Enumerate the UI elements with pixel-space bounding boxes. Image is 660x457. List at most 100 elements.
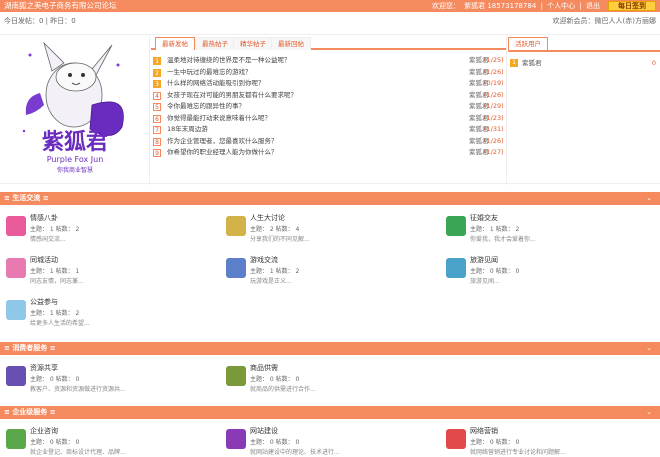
post-title[interactable]: 你觉得最能打动来说意味着什么呢？	[167, 113, 271, 125]
forum-icon	[6, 216, 26, 236]
list-item[interactable]: 6 你觉得最能打动来说意味着什么呢？ 紫狐君 (1/23)	[153, 113, 504, 125]
forum-icon	[6, 366, 26, 386]
forum-name[interactable]: 商品供需	[250, 363, 278, 373]
forum-stats: 主题： 1 帖数： 2	[30, 310, 80, 317]
site-title[interactable]: 湖南狐之美电子商务有限公司论坛	[4, 1, 117, 11]
forum-name[interactable]: 网络营销	[470, 426, 498, 436]
post-title[interactable]: 温柔地对待缠绕的世界是不是一种公益呢？	[167, 55, 291, 67]
list-item[interactable]: 3 什么样的网络活动能吸引到你呢？ 紫狐君 (0/19)	[153, 78, 504, 90]
forum-item[interactable]: 网站建设 主题： 0 帖数： 0 就网站建设中的理论、技术进行...	[220, 423, 430, 457]
logo-subtitle: Purple Fox Jun	[47, 155, 104, 164]
forum-desc: 给更多人生活的希望...	[30, 320, 90, 327]
forum-desc: 分享我们的不同见解...	[250, 236, 310, 243]
post-title[interactable]: 18年末周边游	[167, 124, 208, 136]
collapse-icon[interactable]: ⌄	[646, 342, 652, 355]
forum-desc: 就网站建设中的理论、技术进行...	[250, 449, 340, 456]
forum-item[interactable]: 公益参与 主题： 1 帖数： 2 给更多人生活的希望...	[0, 294, 210, 332]
list-item[interactable]: 5 令你最难忘的跟异性的事？ 紫狐君 (1/29)	[153, 101, 504, 113]
forum-icon	[226, 429, 246, 449]
post-count: (1/26)	[484, 90, 504, 99]
forum-name[interactable]: 人生大讨论	[250, 213, 285, 223]
tab-latest-reply[interactable]: 最新回帖	[271, 37, 311, 50]
forum-name[interactable]: 资源共享	[30, 363, 58, 373]
list-item[interactable]: 2 一生中玩过的最难忘的游戏？ 紫狐君 (1/26)	[153, 67, 504, 79]
user-name[interactable]: 紫狐君	[522, 58, 542, 68]
daily-signin-button[interactable]: 每日签到	[608, 1, 656, 11]
forum-name[interactable]: 旅游见闻	[470, 255, 498, 265]
forum-stats: 主题： 0 帖数： 0	[470, 268, 520, 275]
forum-icon	[226, 216, 246, 236]
list-item[interactable]: 1 温柔地对待缠绕的世界是不是一种公益呢？ 紫狐君 (1/25)	[153, 55, 504, 67]
forum-item[interactable]: 征婚交友 主题： 1 帖数： 2 你爱我，我才会爱着你...	[440, 210, 650, 248]
forum-icon	[226, 366, 246, 386]
post-count: (1/26)	[484, 67, 504, 76]
forum-item[interactable]: 情感八卦 主题： 1 帖数： 2 情感闲交流...	[0, 210, 210, 248]
active-users-panel: 活跃用户 1 紫狐君 0	[508, 35, 660, 185]
logout-link[interactable]: 退出	[586, 2, 600, 10]
list-item[interactable]: 9 你希望你的职业经理人能为你做什么？ 紫狐君 (1/27)	[153, 147, 504, 159]
list-item[interactable]: 8 作为企业管理者，您最喜欢什么服务？ 紫狐君 (1/26)	[153, 136, 504, 148]
post-title[interactable]: 你希望你的职业经理人能为你做什么？	[167, 147, 278, 159]
section-title: 消费者服务	[12, 344, 48, 352]
forum-icon	[446, 216, 466, 236]
tab-featured[interactable]: 精华帖子	[233, 37, 273, 50]
forum-icon	[446, 258, 466, 278]
post-title[interactable]: 作为企业管理者，您最喜欢什么服务？	[167, 136, 278, 148]
forum-name[interactable]: 企业咨询	[30, 426, 58, 436]
forum-item[interactable]: 游戏交流 主题： 1 帖数： 2 玩游戏是正义...	[220, 252, 430, 290]
rank-badge: 4	[153, 91, 161, 100]
latest-tabs: 最新发帖 最热帖子 精华帖子 最新回帖	[151, 35, 506, 50]
forum-item[interactable]: 商品供需 主题： 0 帖数： 0 就商品的供需进行合作...	[220, 360, 430, 398]
new-member[interactable]: 欢迎新会员：微巴人人(赤)方丽娜	[553, 15, 656, 27]
forum-name[interactable]: 游戏交流	[250, 255, 278, 265]
username-link[interactable]: 紫狐君 18573178784	[464, 2, 536, 10]
section-header-enterprise[interactable]: ≡ 企业级服务 ≡ ⌄	[0, 406, 660, 419]
forum-desc: 教客户、资源和资源做进行资源共...	[30, 386, 126, 393]
rank-badge: 3	[153, 80, 161, 88]
post-title[interactable]: 女孩子现在对可能的男朋友都有什么要求呢？	[167, 90, 297, 102]
section-title: 企业级服务	[12, 408, 48, 416]
forum-stats: 主题： 0 帖数： 0	[30, 376, 80, 383]
post-title[interactable]: 一生中玩过的最难忘的游戏？	[167, 67, 252, 79]
forum-icon	[446, 429, 466, 449]
forum-desc: 情感闲交流...	[30, 236, 66, 243]
user-count: 0	[651, 59, 656, 67]
forum-item[interactable]: 人生大讨论 主题： 2 帖数： 4 分享我们的不同见解...	[220, 210, 430, 248]
collapse-icon[interactable]: ⌄	[646, 406, 652, 419]
forum-desc: 旅游见闻...	[470, 278, 500, 285]
rank-badge: 1	[510, 59, 518, 67]
forum-item[interactable]: 网络营销 主题： 0 帖数： 0 就网络营销进行专业讨论和问题解...	[440, 423, 650, 457]
forum-icon	[6, 300, 26, 320]
post-title[interactable]: 令你最难忘的跟异性的事？	[167, 101, 245, 113]
tab-latest[interactable]: 最新发帖	[155, 37, 195, 50]
user-menu: 欢迎您： 紫狐君 18573178784 | 个人中心 | 退出	[431, 2, 600, 10]
section-header-life[interactable]: ≡ 生活交流 ≡ ⌄	[0, 192, 660, 205]
rank-badge: 9	[153, 149, 161, 157]
forum-name[interactable]: 同城活动	[30, 255, 58, 265]
forum-icon	[226, 258, 246, 278]
user-center-link[interactable]: 个人中心	[547, 2, 575, 10]
forum-name[interactable]: 情感八卦	[30, 213, 58, 223]
collapse-icon[interactable]: ⌄	[646, 192, 652, 205]
post-title[interactable]: 什么样的网络活动能吸引到你呢？	[167, 78, 265, 90]
forum-item[interactable]: 旅游见闻 主题： 0 帖数： 0 旅游见闻...	[440, 252, 650, 290]
forum-desc: 就网络营销进行专业讨论和问题解...	[470, 449, 566, 456]
list-item[interactable]: 7 18年末周边游 紫狐君 (1/31)	[153, 124, 504, 136]
forum-stats: 主题： 0 帖数： 0	[30, 439, 80, 446]
section-header-consumer[interactable]: ≡ 消费者服务 ≡ ⌄	[0, 342, 660, 355]
list-item[interactable]: 4 女孩子现在对可能的男朋友都有什么要求呢？ 紫狐君 (1/26)	[153, 90, 504, 102]
post-stats: 今日发帖：0 | 昨日：0	[4, 17, 76, 25]
forum-item[interactable]: 资源共享 主题： 0 帖数： 0 教客户、资源和资源做进行资源共...	[0, 360, 210, 398]
forum-item[interactable]: 同城活动 主题： 1 帖数： 1 同志友情，同志兼...	[0, 252, 210, 290]
tab-active-users[interactable]: 活跃用户	[508, 37, 548, 50]
list-item[interactable]: 1 紫狐君 0	[510, 58, 658, 68]
forum-item[interactable]: 企业咨询 主题： 0 帖数： 0 就企业登记、商标设计代理、品牌...	[0, 423, 210, 457]
forum-desc: 同志友情，同志兼...	[30, 278, 84, 285]
forum-name[interactable]: 网站建设	[250, 426, 278, 436]
forum-desc: 你爱我，我才会爱着你...	[470, 236, 536, 243]
tab-hot[interactable]: 最热帖子	[195, 37, 235, 50]
forum-name[interactable]: 公益参与	[30, 297, 58, 307]
rank-badge: 1	[153, 57, 161, 65]
forum-stats: 主题： 0 帖数： 0	[470, 439, 520, 446]
forum-name[interactable]: 征婚交友	[470, 213, 498, 223]
